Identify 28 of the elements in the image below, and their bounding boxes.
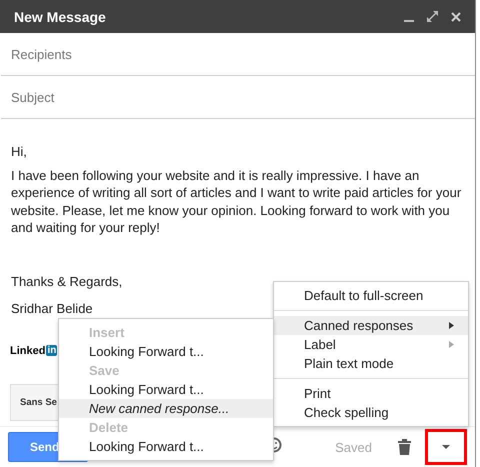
- body-text: Hi,: [11, 143, 28, 160]
- body-text: Sridhar Belide: [11, 300, 94, 318]
- save-status: Saved: [335, 440, 372, 454]
- menu-item[interactable]: Looking Forward t...: [59, 380, 273, 399]
- menu-item[interactable]: Check spelling: [274, 403, 468, 422]
- submenu-arrow-icon: [449, 341, 454, 348]
- menu-item[interactable]: Default to full-screen: [274, 286, 468, 305]
- menu-header: Insert: [88, 324, 126, 342]
- caret-icon: [442, 445, 450, 449]
- body-text: Thanks & Regards,: [11, 272, 124, 290]
- font-selector[interactable]: Sans Se: [20, 397, 57, 408]
- submenu-arrow-icon: [449, 322, 454, 329]
- logo-badge: in: [46, 345, 58, 356]
- body-text: I have been following your website and it is really impressive. I have an experience of writing all sort of articles and I want to write paid articles for your website. Please, let me know your opinion. Looking forward to work with you and waiting for your reply!: [11, 166, 462, 236]
- close-icon[interactable]: [451, 12, 461, 22]
- trash-icon[interactable]: [398, 439, 411, 455]
- menu-header: Save: [88, 362, 120, 380]
- expand-icon[interactable]: [427, 11, 438, 22]
- logo-text: Linked: [10, 344, 46, 356]
- menu-item[interactable]: Canned responses: [274, 316, 468, 335]
- menu-header: Delete: [88, 419, 130, 437]
- menu-item[interactable]: Looking Forward t...: [59, 342, 273, 361]
- more-options-button[interactable]: [425, 429, 467, 465]
- menu-item[interactable]: Plain text mode: [274, 354, 468, 373]
- window-title: New Message: [14, 8, 106, 24]
- menu-item[interactable]: New canned response...: [59, 399, 273, 418]
- menu-item[interactable]: Print: [274, 384, 468, 403]
- menu-item[interactable]: Label: [274, 335, 468, 354]
